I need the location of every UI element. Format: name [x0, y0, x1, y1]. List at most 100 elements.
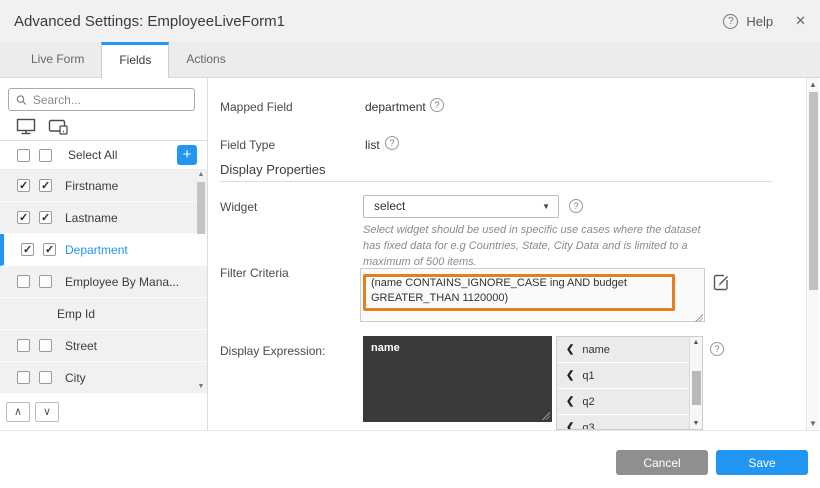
web-checkbox[interactable]: [17, 275, 30, 288]
chevron-left-icon: ❮: [566, 396, 574, 407]
field-row-city[interactable]: City: [0, 362, 207, 394]
field-label: Employee By Mana...: [65, 275, 179, 289]
chevron-left-icon: ❮: [566, 422, 574, 430]
field-row-street[interactable]: Street: [0, 330, 207, 362]
scrollbar-thumb[interactable]: [692, 371, 701, 405]
device-column-icons: [16, 118, 70, 135]
mapped-field-help-icon[interactable]: ?: [430, 98, 444, 112]
resize-handle-icon[interactable]: [695, 314, 703, 322]
expression-item-q2[interactable]: ❮ q2: [557, 389, 690, 415]
field-list: Firstname Lastname Department Employee B…: [0, 170, 207, 394]
field-label: Emp Id: [57, 307, 95, 321]
select-all-label: Select All: [68, 148, 117, 162]
help-icon[interactable]: ?: [723, 14, 738, 29]
expression-item-q1[interactable]: ❮ q1: [557, 363, 690, 389]
scroll-up-icon[interactable]: ▲: [196, 170, 206, 180]
web-checkbox[interactable]: [17, 371, 30, 384]
mobile-checkbox[interactable]: [39, 339, 52, 352]
tab-fields[interactable]: Fields: [101, 42, 169, 78]
widget-select[interactable]: select ▼: [363, 195, 559, 218]
advanced-settings-dialog: Advanced Settings: EmployeeLiveForm1 ? H…: [0, 0, 820, 488]
field-label: Lastname: [65, 211, 118, 225]
field-type-value: list: [365, 138, 380, 152]
dialog-title: Advanced Settings: EmployeeLiveForm1: [14, 13, 285, 30]
expression-item-q3[interactable]: ❮ q3: [557, 415, 690, 430]
mobile-checkbox[interactable]: [43, 243, 56, 256]
scroll-down-icon[interactable]: ▼: [690, 420, 702, 427]
field-row-lastname[interactable]: Lastname: [0, 202, 207, 234]
cancel-button[interactable]: Cancel: [616, 450, 708, 475]
fields-sidebar: Select All + Firstname Lastname Depa: [0, 78, 208, 430]
web-checkbox[interactable]: [17, 339, 30, 352]
mapped-field-label: Mapped Field: [220, 100, 293, 114]
search-input[interactable]: [33, 93, 187, 107]
mobile-checkbox[interactable]: [39, 179, 52, 192]
expression-code: name: [371, 342, 400, 354]
field-row-firstname[interactable]: Firstname: [0, 170, 207, 202]
sidebar-scrollbar[interactable]: ▲ ▼: [196, 170, 206, 392]
field-row-department[interactable]: Department: [0, 234, 207, 266]
field-type-label: Field Type: [220, 138, 275, 152]
expression-item-label: q1: [582, 370, 594, 382]
field-row-employee-by-manager[interactable]: Employee By Mana...: [0, 266, 207, 298]
main-scrollbar[interactable]: ▲ ▼: [806, 78, 819, 430]
display-expression-label: Display Expression:: [220, 344, 325, 358]
field-type-help-icon[interactable]: ?: [385, 136, 399, 150]
move-down-button[interactable]: ∨: [35, 402, 59, 422]
mobile-icon: [48, 118, 70, 135]
filter-criteria-label: Filter Criteria: [220, 266, 289, 280]
select-all-web-checkbox[interactable]: [17, 149, 30, 162]
mapped-field-value: department: [365, 100, 426, 114]
mobile-checkbox[interactable]: [39, 371, 52, 384]
display-expression-help-icon[interactable]: ?: [710, 342, 724, 356]
display-expression-editor[interactable]: name: [363, 336, 552, 422]
expression-item-label: q3: [582, 422, 594, 431]
scroll-up-icon[interactable]: ▲: [690, 339, 702, 346]
move-up-button[interactable]: ∧: [6, 402, 30, 422]
help-link[interactable]: Help: [746, 14, 773, 29]
scroll-down-icon[interactable]: ▼: [196, 382, 206, 392]
edit-expression-icon[interactable]: [713, 274, 730, 291]
tab-actions[interactable]: Actions: [169, 42, 242, 77]
display-properties-heading: Display Properties: [220, 162, 326, 177]
expression-field-list: ❮ name ❮ q1 ❮ q2 ❮ q3: [556, 336, 703, 430]
tab-bar: Live Form Fields Actions: [0, 42, 820, 78]
expression-list-scrollbar[interactable]: ▲ ▼: [689, 337, 702, 429]
widget-select-value: select: [374, 199, 405, 213]
scrollbar-thumb[interactable]: [197, 182, 205, 234]
mobile-checkbox[interactable]: [39, 211, 52, 224]
add-field-button[interactable]: +: [177, 145, 197, 165]
widget-help-icon[interactable]: ?: [569, 199, 583, 213]
tab-live-form[interactable]: Live Form: [14, 42, 101, 77]
scroll-up-icon[interactable]: ▲: [807, 80, 819, 89]
section-divider: [220, 181, 772, 182]
chevron-down-icon: ▼: [542, 196, 550, 217]
mobile-checkbox[interactable]: [39, 275, 52, 288]
resize-handle-icon[interactable]: [542, 412, 550, 420]
field-properties-panel: Mapped Field department ? Field Type lis…: [208, 78, 806, 430]
web-checkbox[interactable]: [21, 243, 34, 256]
search-box[interactable]: [8, 88, 195, 111]
select-all-row[interactable]: Select All +: [0, 141, 207, 170]
filter-criteria-textarea[interactable]: (name CONTAINS_IGNORE_CASE ing AND budge…: [360, 268, 705, 322]
field-row-emp-id[interactable]: Emp Id: [0, 298, 207, 330]
widget-label: Widget: [220, 200, 257, 214]
web-checkbox[interactable]: [17, 179, 30, 192]
expression-item-label: q2: [582, 396, 594, 408]
dialog-titlebar: Advanced Settings: EmployeeLiveForm1 ? H…: [0, 0, 820, 42]
select-all-mobile-checkbox[interactable]: [39, 149, 52, 162]
search-icon: [16, 94, 27, 106]
desktop-icon: [16, 118, 38, 135]
field-label: Firstname: [65, 179, 118, 193]
expression-item-name[interactable]: ❮ name: [557, 337, 690, 363]
reorder-buttons: ∧ ∨: [6, 402, 59, 422]
close-icon[interactable]: ✕: [795, 13, 806, 29]
dialog-body: Select All + Firstname Lastname Depa: [0, 78, 820, 430]
scroll-down-icon[interactable]: ▼: [807, 419, 819, 428]
dialog-footer: Cancel Save: [0, 430, 820, 488]
scrollbar-thumb[interactable]: [809, 92, 818, 290]
web-checkbox[interactable]: [17, 211, 30, 224]
save-button[interactable]: Save: [716, 450, 808, 475]
field-label: Department: [65, 243, 128, 257]
chevron-left-icon: ❮: [566, 344, 574, 355]
